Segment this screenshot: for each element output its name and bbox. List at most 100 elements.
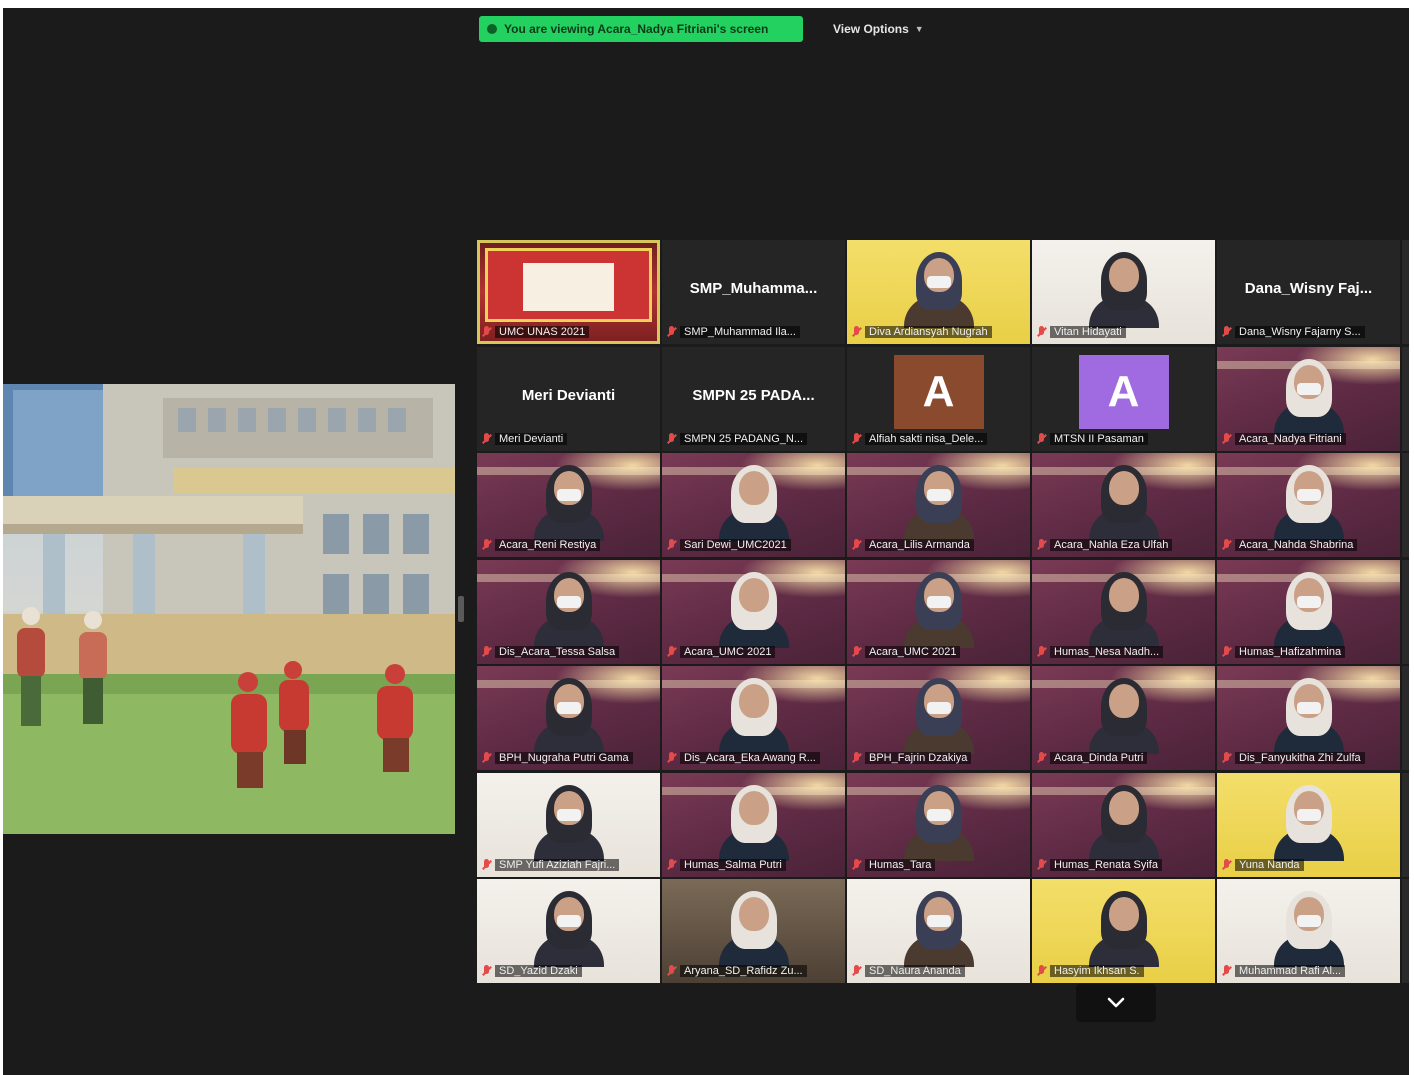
video-feed: [903, 889, 974, 967]
mic-muted-icon: [1222, 326, 1231, 338]
participant-tile-partial[interactable]: [1402, 772, 1409, 877]
participant-tile[interactable]: Humas_Hafizahmina: [1217, 559, 1400, 664]
view-options-button[interactable]: View Options ▼: [825, 18, 933, 40]
sharing-text: You are viewing Acara_Nadya Fitriani's s…: [504, 22, 769, 36]
participant-name-label: Acara_UMC 2021: [667, 644, 840, 660]
shared-screen-content: [3, 384, 455, 834]
video-feed: [903, 783, 974, 861]
participant-tile[interactable]: Acara_Dinda Putri: [1032, 666, 1215, 770]
participant-name: Acara_Nadya Fitriani: [1235, 432, 1346, 445]
mic-muted-icon: [1037, 645, 1046, 658]
video-feed: [533, 570, 604, 648]
participant-display-name: Dana_Wisny Faj...: [1244, 280, 1373, 297]
mic-muted-icon: [852, 858, 861, 871]
video-feed: [485, 248, 652, 322]
participant-tile-partial[interactable]: [1402, 346, 1409, 451]
participant-name: Acara_Nahla Eza Ulfah: [1050, 539, 1173, 551]
participant-name-label: SMPN 25 PADANG_N...: [667, 431, 840, 447]
participant-tile[interactable]: Acara_Nahda Shabrina: [1217, 453, 1400, 557]
participant-tile[interactable]: Acara_UMC 2021: [847, 559, 1030, 664]
video-feed: [1273, 357, 1344, 435]
participant-tile[interactable]: Acara_UMC 2021: [662, 559, 845, 664]
participant-tile[interactable]: SMP Yufi Aziziah Fajri...: [477, 772, 660, 877]
participant-name: UMC UNAS 2021: [495, 326, 590, 338]
participant-tile-partial[interactable]: [1402, 879, 1409, 983]
mic-muted-icon: [1222, 432, 1231, 445]
participant-tile[interactable]: Acara_Nadya Fitriani: [1217, 346, 1400, 451]
video-feed: [1088, 463, 1159, 541]
participant-name: SD_Naura Ananda: [865, 965, 965, 977]
participant-tile[interactable]: BPH_Fajrin Dzakiya: [847, 666, 1030, 770]
participant-tile[interactable]: SD_Naura Ananda: [847, 879, 1030, 983]
participant-tile[interactable]: SD_Yazid Dzaki: [477, 879, 660, 983]
participant-tile[interactable]: Acara_Nahla Eza Ulfah: [1032, 453, 1215, 557]
participant-name: Yuna Nanda: [1235, 858, 1304, 871]
mic-muted-icon: [852, 965, 861, 977]
video-feed: [718, 676, 789, 754]
mic-muted-icon: [667, 326, 676, 338]
participant-tile[interactable]: SMP_Muhamma... SMP_Muhammad Ila...: [662, 240, 845, 344]
participant-tile[interactable]: Acara_Reni Restiya: [477, 453, 660, 557]
participant-tile[interactable]: Dis_Acara_Tessa Salsa: [477, 559, 660, 664]
participant-name: Diva Ardiansyah Nugrah: [865, 326, 992, 338]
mic-muted-icon: [1037, 858, 1046, 871]
participant-tile[interactable]: Muhammad Rafi Al...: [1217, 879, 1400, 983]
participant-name-label: SMP Yufi Aziziah Fajri...: [482, 857, 655, 873]
view-options-label: View Options: [833, 22, 909, 36]
participant-name-label: Humas_Tara: [852, 857, 1025, 873]
participant-tile[interactable]: Hasyim Ikhsan S.: [1032, 879, 1215, 983]
mic-muted-icon: [482, 858, 491, 871]
chevron-down-icon: [1107, 997, 1125, 1008]
participant-name-label: Acara_Nahla Eza Ulfah: [1037, 537, 1210, 553]
split-view-handle[interactable]: [458, 596, 464, 622]
participant-tile-partial[interactable]: [1402, 559, 1409, 664]
participant-name: Dis_Acara_Tessa Salsa: [495, 645, 620, 658]
chevron-down-icon: ▼: [914, 24, 924, 34]
participant-tile[interactable]: Vitan Hidayati: [1032, 240, 1215, 344]
mic-muted-icon: [1222, 645, 1231, 658]
participant-tile-partial[interactable]: [1402, 453, 1409, 557]
participant-tile[interactable]: Acara_Lilis Armanda: [847, 453, 1030, 557]
participant-name: MTSN II Pasaman: [1050, 432, 1148, 445]
participant-tile[interactable]: Dana_Wisny Faj... Dana_Wisny Fajarny S...: [1217, 240, 1400, 344]
participant-tile[interactable]: Humas_Tara: [847, 772, 1030, 877]
participant-name-label: Yuna Nanda: [1222, 857, 1395, 873]
participant-tile[interactable]: Humas_Nesa Nadh...: [1032, 559, 1215, 664]
participant-tile[interactable]: Humas_Renata Syifa: [1032, 772, 1215, 877]
participant-tile[interactable]: A Alfiah sakti nisa_Dele...: [847, 346, 1030, 451]
participant-tile[interactable]: Dis_Fanyukitha Zhi Zulfa: [1217, 666, 1400, 770]
participant-name: SMP_Muhammad Ila...: [680, 326, 800, 338]
mic-muted-icon: [852, 326, 861, 338]
participant-tile-partial[interactable]: [1402, 666, 1409, 770]
video-feed: [1273, 783, 1344, 861]
participant-tile[interactable]: Yuna Nanda: [1217, 772, 1400, 877]
participant-tile[interactable]: A MTSN II Pasaman: [1032, 346, 1215, 451]
participant-tile[interactable]: Meri Devianti Meri Devianti: [477, 346, 660, 451]
participant-tile[interactable]: SMPN 25 PADA... SMPN 25 PADANG_N...: [662, 346, 845, 451]
participant-tile[interactable]: Diva Ardiansyah Nugrah: [847, 240, 1030, 344]
mic-muted-icon: [482, 432, 491, 445]
shared-screen-view[interactable]: [3, 384, 455, 834]
participant-name-label: SMP_Muhammad Ila...: [667, 324, 840, 340]
participant-name-label: UMC UNAS 2021: [482, 324, 655, 340]
gallery-next-page-button[interactable]: [1076, 984, 1156, 1022]
sharing-indicator-icon: [487, 24, 497, 34]
participant-name: Acara_UMC 2021: [680, 645, 776, 658]
participant-name-label: SD_Naura Ananda: [852, 963, 1025, 979]
participant-name-label: Humas_Salma Putri: [667, 857, 840, 873]
mic-muted-icon: [852, 645, 861, 658]
participant-tile[interactable]: Humas_Salma Putri: [662, 772, 845, 877]
video-feed: [718, 570, 789, 648]
video-feed: [718, 889, 789, 967]
participant-tile[interactable]: Sari Dewi_UMC2021: [662, 453, 845, 557]
participant-name: Acara_Lilis Armanda: [865, 539, 974, 551]
participant-tile-partial[interactable]: [1402, 240, 1409, 344]
participant-tile[interactable]: Aryana_SD_Rafidz Zu...: [662, 879, 845, 983]
participant-tile[interactable]: UMC UNAS 2021: [477, 240, 660, 344]
video-feed: [1088, 570, 1159, 648]
participant-tile[interactable]: Dis_Acara_Eka Awang R...: [662, 666, 845, 770]
mic-muted-icon: [482, 326, 491, 338]
video-feed: [1088, 676, 1159, 754]
participant-name: SMPN 25 PADANG_N...: [680, 432, 807, 445]
participant-tile[interactable]: BPH_Nugraha Putri Gama: [477, 666, 660, 770]
